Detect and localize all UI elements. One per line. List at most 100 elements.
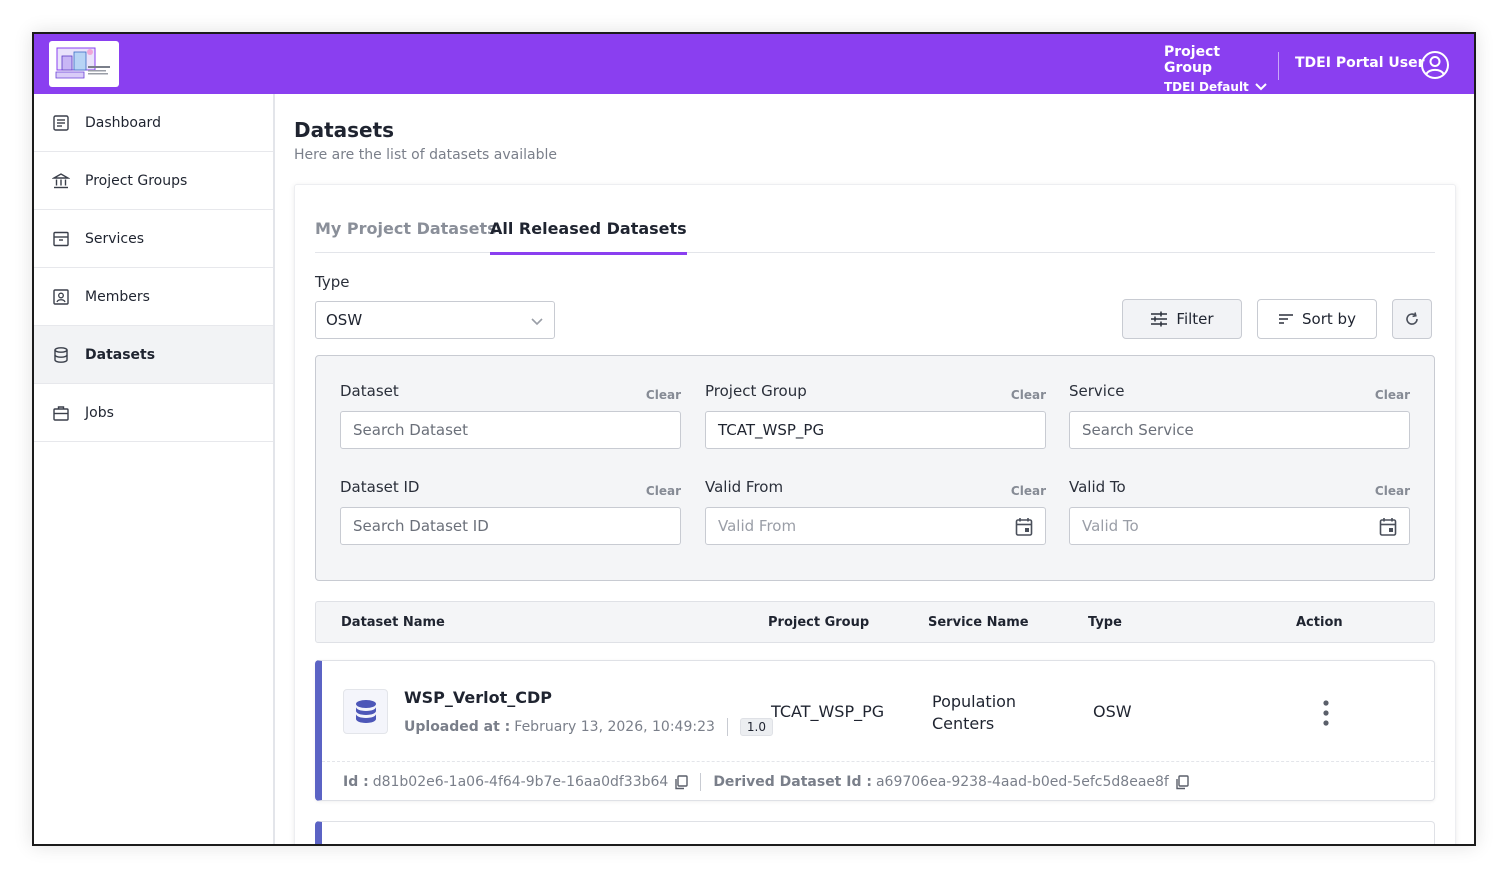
- filter-service-label: Service: [1069, 382, 1125, 400]
- sidebar-item-label: Datasets: [85, 346, 156, 363]
- filter-service: Service Clear Search Service: [1069, 382, 1410, 449]
- row-service-name: Population Centers: [932, 691, 1016, 735]
- filter-valid-from-label: Valid From: [705, 478, 784, 496]
- project-group-switcher[interactable]: Project Group TDEI Default: [1164, 44, 1269, 95]
- project-group-title: Project Group: [1164, 44, 1221, 76]
- tab-my-project-datasets[interactable]: My Project Datasets: [315, 219, 497, 252]
- briefcase-icon: [52, 404, 70, 422]
- filter-button[interactable]: Filter: [1122, 299, 1242, 339]
- sidebar-item-members[interactable]: Members: [34, 268, 273, 326]
- project-group-dropdown[interactable]: TDEI Default: [1164, 80, 1267, 94]
- sidebar-item-label: Project Groups: [85, 172, 188, 189]
- valid-from-date-input[interactable]: Valid From: [705, 507, 1046, 545]
- chevron-down-icon: [1255, 83, 1267, 91]
- filter-project-group-label: Project Group: [705, 382, 807, 400]
- id-label: Id :: [343, 774, 369, 790]
- table-row[interactable]: [315, 821, 1435, 844]
- column-header-action: Action: [1296, 615, 1343, 630]
- tdei-logo[interactable]: [49, 41, 119, 87]
- filter-panel: Dataset Clear Search Dataset Project Gro…: [315, 355, 1435, 581]
- dataset-id-search-input[interactable]: Search Dataset ID: [340, 507, 681, 545]
- dataset-id-value: d81b02e6-1a06-4f64-9b7e-16aa0df33b64: [372, 774, 669, 790]
- project-group-input[interactable]: TCAT_WSP_PG: [705, 411, 1046, 449]
- sidebar-item-datasets[interactable]: Datasets: [34, 326, 273, 384]
- filter-valid-to-label: Valid To: [1069, 478, 1126, 496]
- archive-icon: [52, 230, 70, 248]
- calendar-icon[interactable]: [1379, 517, 1397, 537]
- clear-project-group-button[interactable]: Clear: [1011, 388, 1046, 402]
- valid-from-placeholder: Valid From: [718, 517, 797, 535]
- sidebar-item-project-groups[interactable]: Project Groups: [34, 152, 273, 210]
- sidebar-item-label: Dashboard: [85, 114, 161, 131]
- type-select[interactable]: OSW: [315, 301, 555, 339]
- service-name-line1: Population: [932, 692, 1017, 711]
- type-label: Type: [315, 273, 350, 291]
- uploaded-at-value: February 13, 2026, 10:49:23: [514, 719, 715, 735]
- column-header-service-name: Service Name: [928, 615, 1029, 630]
- bank-icon: [52, 172, 70, 190]
- clear-dataset-id-button[interactable]: Clear: [646, 484, 681, 498]
- sidebar-item-services[interactable]: Services: [34, 210, 273, 268]
- dataset-name[interactable]: WSP_Verlot_CDP: [404, 688, 552, 707]
- sidebar-item-label: Services: [85, 230, 145, 247]
- top-bar: Project Group TDEI Default TDEI Portal U…: [34, 34, 1474, 94]
- filter-dataset-id: Dataset ID Clear Search Dataset ID: [340, 478, 681, 545]
- clear-dataset-button[interactable]: Clear: [646, 388, 681, 402]
- user-name[interactable]: TDEI Portal User: [1295, 55, 1425, 71]
- filter-button-label: Filter: [1176, 310, 1214, 328]
- chevron-down-icon: [531, 318, 543, 326]
- type-select-value: OSW: [326, 311, 363, 329]
- sidebar: Dashboard Project Groups Services Member…: [34, 94, 275, 844]
- filter-dataset: Dataset Clear Search Dataset: [340, 382, 681, 449]
- row-divider: [322, 761, 1434, 762]
- copy-icon[interactable]: [1175, 774, 1189, 790]
- valid-to-placeholder: Valid To: [1082, 517, 1139, 535]
- user-avatar-icon[interactable]: [1420, 50, 1450, 80]
- meta-divider: [700, 773, 702, 791]
- refresh-button[interactable]: [1392, 299, 1432, 339]
- service-search-input[interactable]: Search Service: [1069, 411, 1410, 449]
- sort-button-label: Sort by: [1302, 310, 1356, 328]
- member-badge-icon: [52, 288, 70, 306]
- clear-service-button[interactable]: Clear: [1375, 388, 1410, 402]
- meta-divider: [726, 718, 728, 736]
- row-type: OSW: [1093, 702, 1132, 721]
- dataset-tabs: My Project Datasets All Released Dataset…: [315, 185, 1435, 255]
- column-header-project-group: Project Group: [768, 615, 870, 630]
- sidebar-item-dashboard[interactable]: Dashboard: [34, 94, 273, 152]
- derived-id-label: Derived Dataset Id :: [713, 774, 872, 790]
- version-badge: 1.0: [739, 718, 773, 736]
- tab-all-released-datasets[interactable]: All Released Datasets: [490, 219, 687, 255]
- copy-icon[interactable]: [674, 774, 689, 790]
- sidebar-item-jobs[interactable]: Jobs: [34, 384, 273, 442]
- clear-valid-to-button[interactable]: Clear: [1375, 484, 1410, 498]
- filter-project-group: Project Group Clear TCAT_WSP_PG: [705, 382, 1046, 449]
- dashboard-icon: [52, 114, 70, 132]
- database-icon: [52, 346, 70, 364]
- column-header-dataset-name: Dataset Name: [341, 615, 445, 630]
- clear-valid-from-button[interactable]: Clear: [1011, 484, 1046, 498]
- dataset-search-input[interactable]: Search Dataset: [340, 411, 681, 449]
- uploaded-at-label: Uploaded at :: [404, 719, 511, 735]
- valid-to-date-input[interactable]: Valid To: [1069, 507, 1410, 545]
- column-header-type: Type: [1088, 615, 1122, 630]
- sidebar-item-label: Jobs: [85, 404, 114, 421]
- sort-icon: [1279, 314, 1294, 324]
- page-title: Datasets: [294, 118, 395, 142]
- filter-dataset-id-label: Dataset ID: [340, 478, 420, 496]
- app-window: Project Group TDEI Default TDEI Portal U…: [32, 32, 1476, 846]
- sidebar-item-label: Members: [85, 288, 150, 305]
- main-content: Datasets Here are the list of datasets a…: [277, 94, 1474, 844]
- filter-valid-from: Valid From Clear Valid From: [705, 478, 1046, 545]
- table-row[interactable]: WSP_Verlot_CDP Uploaded at : February 13…: [315, 660, 1435, 801]
- sort-button[interactable]: Sort by: [1257, 299, 1377, 339]
- service-name-line2: Centers: [932, 714, 995, 733]
- filter-dataset-label: Dataset: [340, 382, 399, 400]
- calendar-icon[interactable]: [1015, 517, 1033, 537]
- project-group-value: TDEI Default: [1164, 80, 1249, 94]
- kebab-menu-icon[interactable]: [1321, 699, 1331, 727]
- datasets-card: My Project Datasets All Released Dataset…: [294, 184, 1456, 844]
- filter-sliders-icon: [1151, 311, 1168, 327]
- filter-valid-to: Valid To Clear Valid To: [1069, 478, 1410, 545]
- refresh-icon: [1406, 312, 1418, 325]
